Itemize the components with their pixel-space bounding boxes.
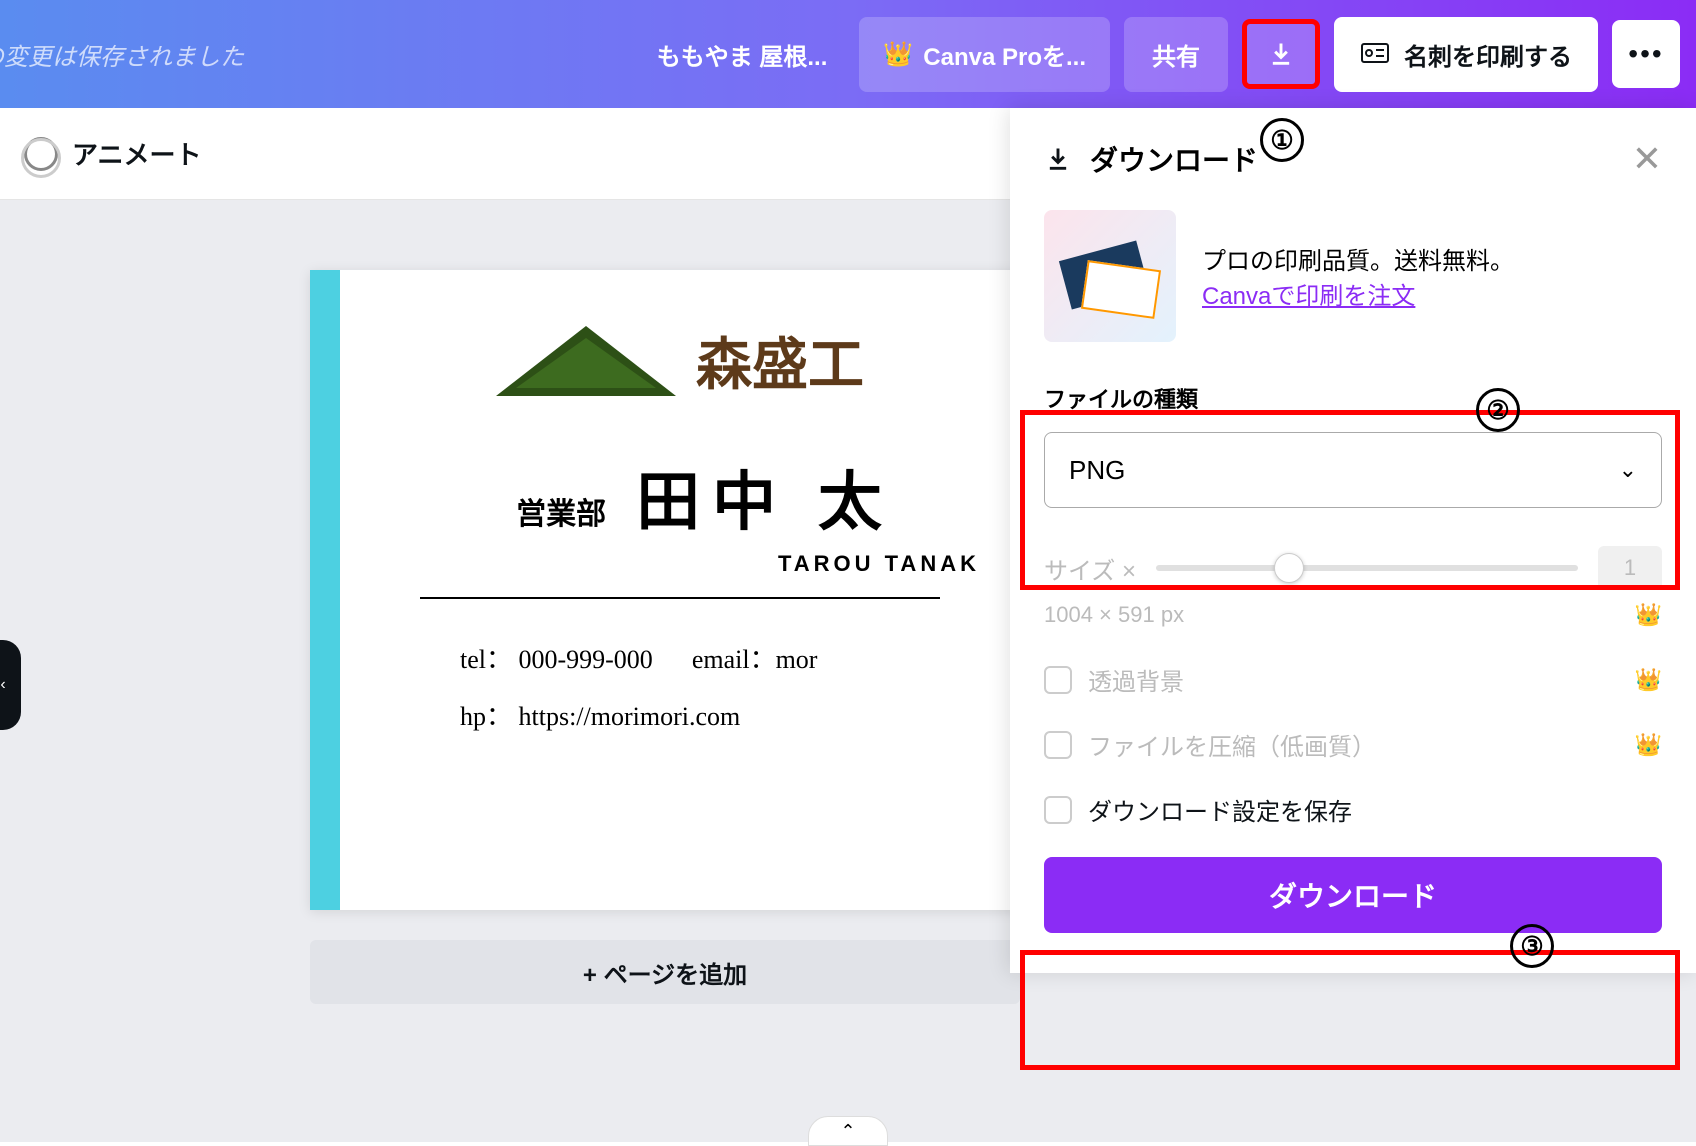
size-label: サイズ ×: [1044, 551, 1136, 586]
card-logo-row: 森盛工: [380, 320, 980, 401]
size-multiplier[interactable]: 1: [1598, 546, 1662, 590]
slider-thumb[interactable]: [1274, 553, 1304, 583]
file-type-dropdown[interactable]: PNG ⌄: [1044, 432, 1662, 508]
card-content: 森盛工 営業部 田中 太 TAROU TANAK tel： 000-999-00…: [340, 270, 1020, 910]
share-button[interactable]: 共有: [1124, 17, 1228, 92]
download-icon: [1267, 40, 1295, 68]
chevron-left-icon: ‹: [0, 676, 5, 694]
department: 営業部: [516, 489, 606, 533]
crown-icon: 👑: [1635, 602, 1662, 628]
contact-hp: hp： https://morimori.com: [460, 696, 980, 733]
divider: [420, 597, 940, 599]
annotation-2: ②: [1476, 388, 1520, 432]
crown-icon: 👑: [883, 40, 913, 69]
panel-title: ダウンロード: [1090, 139, 1614, 179]
promo-text: プロの印刷品質。送料無料。: [1202, 241, 1514, 276]
option-compress-label: ファイルを圧縮（低画質）: [1088, 727, 1619, 762]
file-type-label: ファイルの種類: [1044, 382, 1662, 414]
size-row: サイズ × 1: [1044, 546, 1662, 590]
app-header: ての変更は保存されました ももやま 屋根... 👑 Canva Proを... …: [0, 0, 1696, 108]
animate-button[interactable]: アニメート: [72, 135, 201, 172]
animate-icon: [24, 137, 58, 171]
checkbox-save-settings[interactable]: [1044, 796, 1072, 824]
checkbox-compress[interactable]: [1044, 731, 1072, 759]
add-page-button[interactable]: + ページを追加: [310, 940, 1020, 1004]
promo-text-block: プロの印刷品質。送料無料。 Canvaで印刷を注文: [1202, 241, 1514, 311]
contact-tel-email: tel： 000-999-000 email：mor: [460, 639, 980, 676]
option-compress-row[interactable]: ファイルを圧縮（低画質） 👑: [1044, 727, 1662, 762]
close-icon: ✕: [1632, 138, 1662, 179]
close-button[interactable]: ✕: [1632, 138, 1662, 180]
option-transparent-label: 透過背景: [1088, 662, 1619, 697]
more-menu-button[interactable]: •••: [1612, 20, 1680, 88]
panel-header: ダウンロード ✕: [1044, 138, 1662, 180]
card-accent-bar: [310, 270, 340, 910]
design-title[interactable]: ももやま 屋根...: [639, 37, 846, 72]
pro-button-label: Canva Proを...: [923, 37, 1086, 72]
download-panel: ダウンロード ✕ プロの印刷品質。送料無料。 Canvaで印刷を注文 ファイルの…: [1010, 108, 1696, 973]
company-name: 森盛工: [696, 320, 864, 401]
name-row: 営業部 田中 太: [430, 451, 980, 543]
checkbox-transparent[interactable]: [1044, 666, 1072, 694]
print-promo: プロの印刷品質。送料無料。 Canvaで印刷を注文: [1044, 210, 1662, 342]
house-logo-icon: [496, 326, 676, 396]
option-save-settings-label: ダウンロード設定を保存: [1088, 792, 1662, 827]
file-type-value: PNG: [1069, 455, 1125, 486]
saved-status: ての変更は保存されました: [0, 37, 244, 72]
side-expand-tab[interactable]: ‹: [0, 640, 21, 730]
name-english: TAROU TANAK: [680, 551, 980, 577]
crown-icon: 👑: [1635, 667, 1662, 693]
chevron-up-icon: ⌃: [840, 1121, 855, 1142]
size-dimensions-row: 1004 × 591 px 👑: [1044, 602, 1662, 628]
option-transparent-row[interactable]: 透過背景 👑: [1044, 662, 1662, 697]
name-japanese: 田中 太: [636, 451, 894, 543]
download-submit-button[interactable]: ダウンロード: [1044, 857, 1662, 933]
email-text: email：mor: [692, 645, 818, 674]
canva-pro-button[interactable]: 👑 Canva Proを...: [859, 17, 1110, 92]
more-icon: •••: [1628, 38, 1663, 70]
chevron-down-icon: ⌄: [1619, 457, 1637, 483]
annotation-3: ③: [1510, 924, 1554, 968]
annotation-1: ①: [1260, 118, 1304, 162]
print-business-card-button[interactable]: 名刺を印刷する: [1334, 17, 1598, 92]
option-save-settings-row[interactable]: ダウンロード設定を保存: [1044, 792, 1662, 827]
download-button-header[interactable]: [1242, 19, 1320, 89]
dimensions-text: 1004 × 591 px: [1044, 602, 1184, 628]
promo-thumbnail: [1044, 210, 1176, 342]
business-card-design[interactable]: 森盛工 営業部 田中 太 TAROU TANAK tel： 000-999-00…: [310, 270, 1020, 910]
crown-icon: 👑: [1635, 732, 1662, 758]
card-icon: [1360, 42, 1390, 66]
size-slider[interactable]: [1156, 565, 1578, 571]
print-button-label: 名刺を印刷する: [1404, 37, 1572, 72]
promo-link[interactable]: Canvaで印刷を注文: [1202, 276, 1514, 311]
tel-text: tel： 000-999-000: [460, 645, 653, 674]
download-icon: [1044, 145, 1072, 173]
